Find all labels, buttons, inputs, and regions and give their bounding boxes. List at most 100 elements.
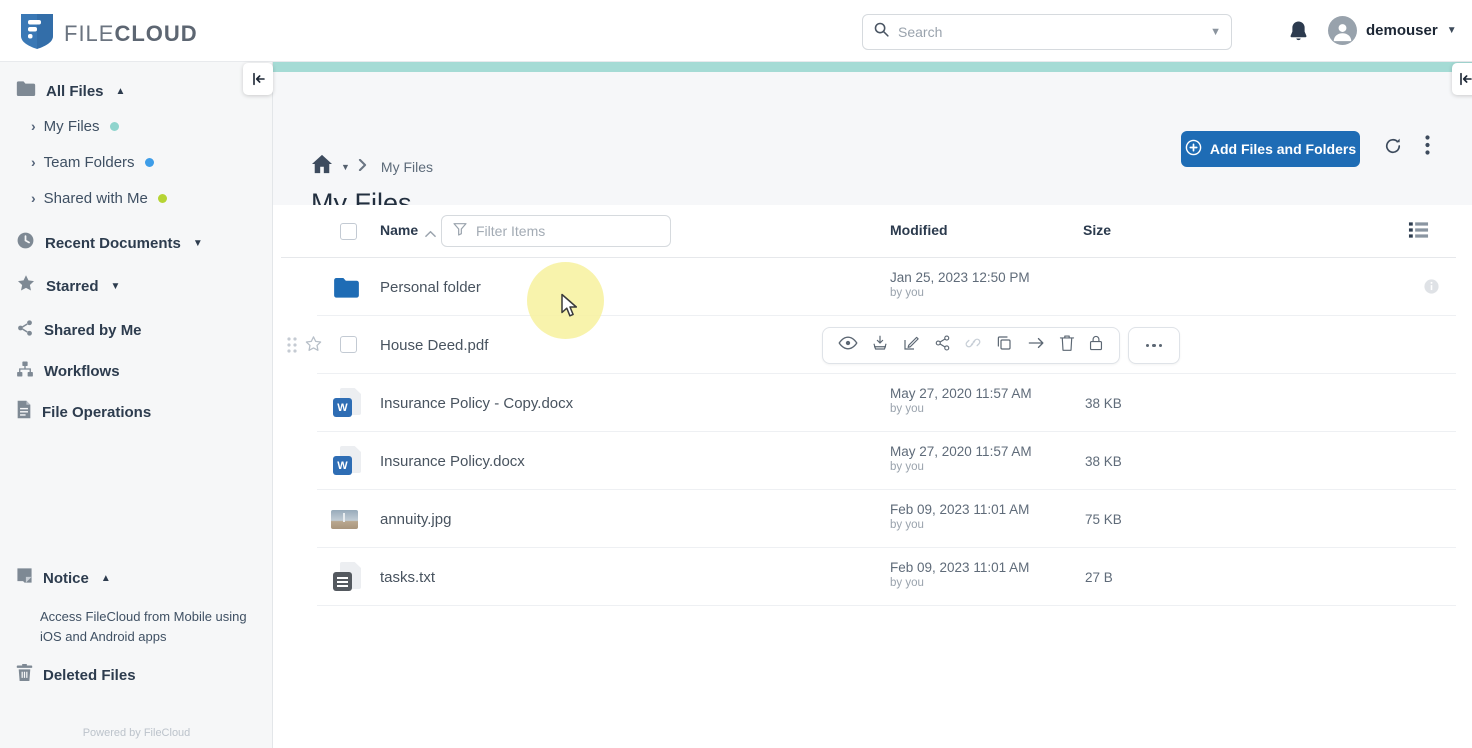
modified-cell: Feb 09, 2023 11:01 AM by you xyxy=(890,560,1030,589)
row-checkbox[interactable] xyxy=(340,336,357,353)
file-list-panel: Name Modified Size P xyxy=(273,205,1472,748)
table-row-personal-folder[interactable]: Personal folder Jan 25, 2023 12:50 PM by… xyxy=(273,258,1472,316)
breadcrumb-current[interactable]: My Files xyxy=(381,159,433,175)
notice-icon xyxy=(16,567,33,589)
info-icon[interactable] xyxy=(1423,278,1440,300)
sidebar-item-shared-by-me[interactable]: Shared by Me xyxy=(0,315,273,345)
drag-handle-icon[interactable] xyxy=(286,336,298,359)
file-name[interactable]: tasks.txt xyxy=(380,548,435,606)
file-name[interactable]: Insurance Policy - Copy.docx xyxy=(380,374,573,432)
copy-icon[interactable] xyxy=(995,334,1013,357)
star-icon xyxy=(16,274,36,298)
sidebar-item-shared-with-me[interactable]: › Shared with Me xyxy=(0,183,273,213)
breadcrumb: ▼ My Files xyxy=(311,154,433,179)
workflow-icon xyxy=(16,360,34,383)
sidebar-item-deleted-files[interactable]: Deleted Files xyxy=(0,660,273,690)
sidebar-item-starred[interactable]: Starred ▼ xyxy=(0,271,273,301)
sidebar-item-recent-documents[interactable]: Recent Documents ▼ xyxy=(0,228,273,258)
sidebar-collapse-button[interactable] xyxy=(243,63,273,95)
filecloud-logo[interactable]: FILECLOUD xyxy=(20,12,198,55)
top-bar: FILECLOUD ▼ demouser ▼ xyxy=(0,0,1472,62)
funnel-icon xyxy=(452,221,468,242)
column-header-name[interactable]: Name xyxy=(380,222,418,238)
search-input[interactable] xyxy=(898,24,1211,40)
user-menu[interactable]: demouser ▼ xyxy=(1328,16,1457,45)
chevron-right-icon: › xyxy=(31,154,36,170)
collapse-caret-icon: ▲ xyxy=(115,85,126,97)
sidebar-item-my-files[interactable]: › My Files xyxy=(0,111,273,141)
row-more-options-button[interactable] xyxy=(1128,327,1180,364)
file-name[interactable]: House Deed.pdf xyxy=(380,316,488,374)
table-row-annuity[interactable]: annuity.jpg Feb 09, 2023 11:01 AM by you… xyxy=(273,490,1472,548)
notifications-bell-icon[interactable] xyxy=(1288,20,1309,48)
word-file-icon: W xyxy=(333,446,361,476)
right-panel-collapse-button[interactable] xyxy=(1452,63,1472,95)
select-all-checkbox[interactable] xyxy=(340,223,357,240)
table-header: Name Modified Size xyxy=(273,205,1472,258)
size-cell: 75 KB xyxy=(1085,511,1122,527)
document-icon xyxy=(16,400,32,424)
folder-icon xyxy=(333,272,361,302)
file-name[interactable]: Insurance Policy.docx xyxy=(380,432,525,490)
table-row-insurance[interactable]: W Insurance Policy.docx May 27, 2020 11:… xyxy=(273,432,1472,490)
search-icon xyxy=(873,21,890,43)
add-files-and-folders-button[interactable]: Add Files and Folders xyxy=(1181,131,1360,167)
image-thumbnail xyxy=(331,510,358,529)
search-scope-dropdown-icon[interactable]: ▼ xyxy=(1210,26,1221,38)
table-row-insurance-copy[interactable]: W Insurance Policy - Copy.docx May 27, 2… xyxy=(273,374,1472,432)
notice-text: Access FileCloud from Mobile using iOS a… xyxy=(40,609,247,644)
filter-items-box xyxy=(441,215,671,247)
file-name[interactable]: annuity.jpg xyxy=(380,490,451,548)
row-action-toolbar xyxy=(822,327,1120,364)
column-header-size[interactable]: Size xyxy=(1083,222,1111,238)
modified-cell: Feb 09, 2023 11:01 AM by you xyxy=(890,502,1030,531)
expand-caret-icon: ▼ xyxy=(192,237,203,249)
sidebar-item-file-operations[interactable]: File Operations xyxy=(0,397,273,427)
plus-circle-icon xyxy=(1185,139,1202,159)
expand-caret-icon: ▼ xyxy=(110,280,121,292)
more-options-button[interactable] xyxy=(1425,135,1430,158)
star-outline-icon[interactable] xyxy=(304,335,323,358)
user-avatar xyxy=(1328,16,1357,45)
download-icon[interactable] xyxy=(871,334,889,357)
filter-items-input[interactable] xyxy=(476,223,660,239)
sidebar-item-notice[interactable]: Notice ▲ xyxy=(0,563,273,593)
sidebar-item-team-folders[interactable]: › Team Folders xyxy=(0,147,273,177)
sort-ascending-icon[interactable] xyxy=(425,225,436,243)
edit-icon[interactable] xyxy=(902,334,920,357)
modified-cell: May 27, 2020 11:57 AM by you xyxy=(890,444,1032,473)
chevron-right-icon: › xyxy=(31,190,36,206)
size-cell: 27 B xyxy=(1085,569,1113,585)
divider xyxy=(317,605,1456,606)
table-row-tasks[interactable]: tasks.txt Feb 09, 2023 11:01 AM by you 2… xyxy=(273,548,1472,606)
accent-bar xyxy=(273,62,1472,72)
modified-cell: May 27, 2020 11:57 AM by you xyxy=(890,386,1032,415)
sidebar: All Files ▲ › My Files › Team Folders › … xyxy=(0,62,273,748)
list-view-toggle-icon[interactable] xyxy=(1408,221,1429,244)
column-header-modified[interactable]: Modified xyxy=(890,222,948,238)
sidebar-item-workflows[interactable]: Workflows xyxy=(0,356,273,386)
link-icon[interactable] xyxy=(964,334,982,357)
refresh-button[interactable] xyxy=(1383,136,1403,159)
share-icon[interactable] xyxy=(934,334,951,357)
delete-trash-icon[interactable] xyxy=(1059,334,1075,357)
chevron-right-icon: › xyxy=(31,118,36,134)
text-file-icon xyxy=(333,562,361,592)
sidebar-item-all-files[interactable]: All Files ▲ xyxy=(0,76,273,106)
shared-with-me-status-dot xyxy=(157,193,167,203)
filecloud-shield-icon xyxy=(20,12,54,55)
size-cell: 38 KB xyxy=(1085,453,1122,469)
size-cell: 38 KB xyxy=(1085,395,1122,411)
collapse-caret-icon: ▲ xyxy=(100,572,111,584)
file-name[interactable]: Personal folder xyxy=(380,258,481,316)
table-row-house-deed[interactable]: House Deed.pdf xyxy=(273,316,1472,374)
folder-icon xyxy=(16,80,36,102)
lock-icon[interactable] xyxy=(1088,334,1104,357)
breadcrumb-separator-icon xyxy=(358,158,367,176)
preview-eye-icon[interactable] xyxy=(838,335,858,356)
home-icon[interactable] xyxy=(311,154,333,179)
file-rows: Personal folder Jan 25, 2023 12:50 PM by… xyxy=(273,258,1472,606)
user-menu-caret-icon: ▼ xyxy=(1446,25,1457,36)
move-arrow-icon[interactable] xyxy=(1027,335,1046,356)
home-dropdown-caret-icon[interactable]: ▼ xyxy=(341,162,350,172)
